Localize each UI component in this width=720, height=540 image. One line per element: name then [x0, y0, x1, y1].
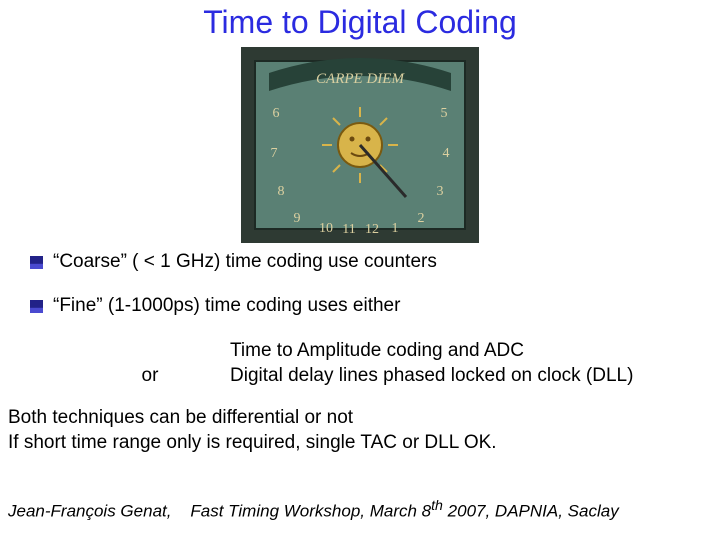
footer: Jean-François Genat, Fast Timing Worksho…: [8, 498, 619, 522]
sub-list: Time to Amplitude coding and ADC or Digi…: [90, 339, 720, 388]
sub-line: Digital delay lines phased locked on clo…: [230, 364, 720, 389]
svg-text:1: 1: [392, 221, 399, 236]
svg-text:CARPE DIEM: CARPE DIEM: [316, 71, 405, 87]
svg-text:9: 9: [294, 211, 301, 226]
svg-text:6: 6: [273, 106, 280, 121]
footer-author: Jean-François Genat,: [8, 502, 171, 521]
sub-line: Time to Amplitude coding and ADC: [230, 339, 720, 364]
footer-event-post: 2007, DAPNIA, Saclay: [443, 502, 619, 521]
bullet-text: “Coarse” ( < 1 GHz) time coding use coun…: [53, 251, 437, 273]
sundial-image: CARPE DIEM 6 7 8 9 10 11 12 1 2 3 4 5: [241, 47, 479, 243]
sub-or: or: [90, 364, 210, 389]
svg-text:5: 5: [441, 106, 448, 121]
svg-text:2: 2: [418, 211, 425, 226]
body-line: If short time range only is required, si…: [8, 431, 720, 456]
footer-event-pre: Fast Timing Workshop, March 8: [190, 502, 431, 521]
svg-text:8: 8: [278, 184, 285, 199]
footer-event-sup: th: [431, 498, 443, 514]
svg-text:3: 3: [437, 184, 444, 199]
bullet-icon: [30, 256, 43, 269]
bullet-text: “Fine” (1-1000ps) time coding uses eithe…: [53, 295, 400, 317]
slide: Time to Digital Coding CARPE DIEM 6 7 8 …: [0, 0, 720, 540]
svg-text:11: 11: [342, 222, 355, 237]
bullet-list: “Coarse” ( < 1 GHz) time coding use coun…: [30, 251, 720, 317]
body-line: Both techniques can be differential or n…: [8, 406, 720, 431]
bullet-item: “Fine” (1-1000ps) time coding uses eithe…: [30, 295, 720, 317]
svg-text:12: 12: [365, 222, 379, 237]
body-text: Both techniques can be differential or n…: [8, 406, 720, 455]
svg-text:7: 7: [271, 146, 278, 161]
svg-text:10: 10: [319, 221, 333, 236]
bullet-icon: [30, 300, 43, 313]
slide-title: Time to Digital Coding: [0, 0, 720, 41]
bullet-item: “Coarse” ( < 1 GHz) time coding use coun…: [30, 251, 720, 273]
svg-text:4: 4: [443, 146, 450, 161]
